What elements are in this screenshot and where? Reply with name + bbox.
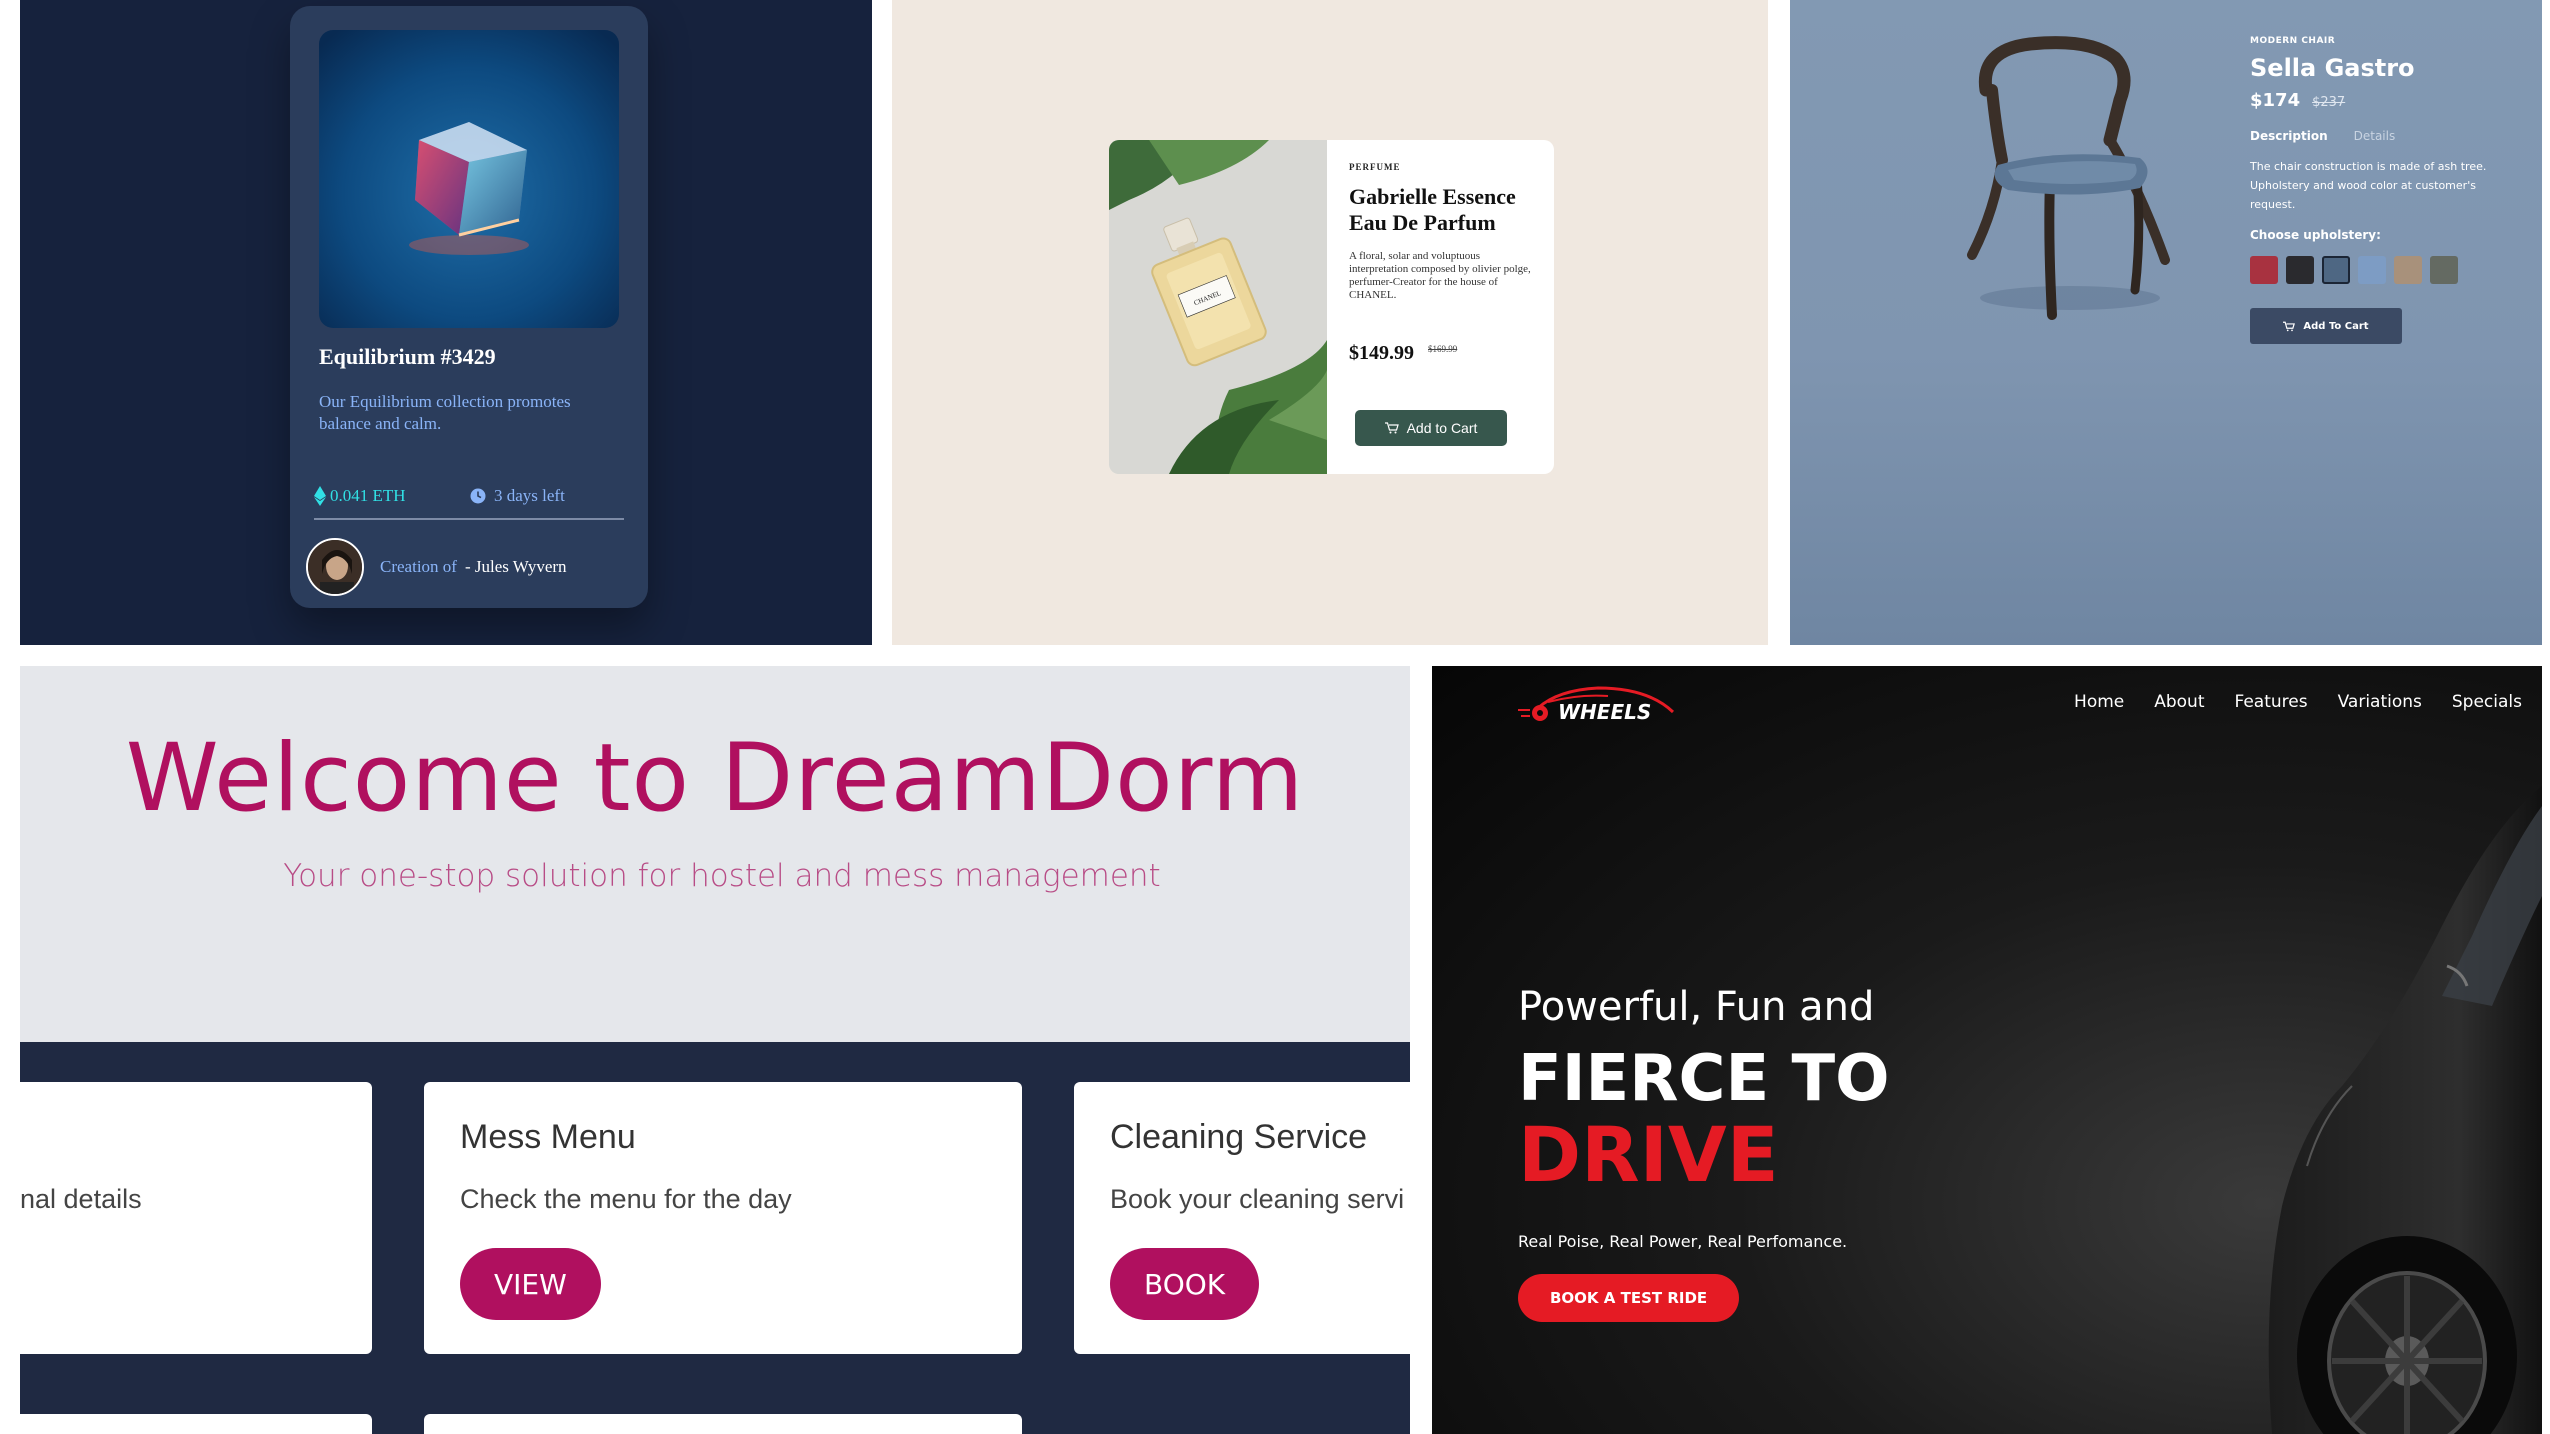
chair-old-price: $237 — [2312, 95, 2346, 110]
view-menu-button[interactable]: VIEW — [460, 1248, 601, 1320]
page-title: Welcome to DreamDorm — [125, 724, 1305, 833]
avatar[interactable] — [306, 538, 364, 596]
tab-details[interactable]: Details — [2354, 129, 2396, 143]
hero-tagline: Real Poise, Real Power, Real Perfomance. — [1518, 1232, 1848, 1251]
nft-time-left: 3 days left — [470, 486, 565, 506]
creator-name-link[interactable]: - Jules Wyvern — [465, 557, 567, 576]
chair-add-to-cart-label: Add To Cart — [2303, 320, 2369, 332]
nav-features[interactable]: Features — [2235, 692, 2308, 712]
chair-description: The chair construction is made of ash tr… — [2250, 160, 2487, 211]
services-section: nal details Mess Menu Check the menu for… — [20, 1042, 1410, 1434]
nft-price-value: 0.041 ETH — [330, 486, 406, 505]
perfume-product-image: CHANEL — [1109, 140, 1327, 474]
ethereum-icon — [314, 486, 326, 506]
chair-price: $174 — [2250, 90, 2301, 111]
hero-heading-line1: Powerful, Fun and — [1518, 984, 1875, 1030]
nav-specials[interactable]: Specials — [2452, 692, 2522, 712]
perfume-info: PERFUME Gabrielle Essence Eau De Parfum … — [1349, 162, 1539, 446]
perfume-card: CHANEL PERFUME Gabrielle Essence Eau De … — [1109, 140, 1554, 474]
chair-category: MODERN CHAIR — [2250, 36, 2336, 46]
nft-card[interactable]: Equilibrium #3429 Our Equilibrium collec… — [290, 6, 648, 608]
wheels-hero-panel: WHEELS Home About Features Variations Sp… — [1432, 666, 2542, 1434]
upholstery-swatch[interactable] — [2430, 256, 2458, 284]
add-to-cart-button[interactable]: Add to Cart — [1355, 410, 1507, 446]
nft-title: Equilibrium #3429 — [319, 344, 496, 369]
hero-heading-line2: FIERCE TO — [1518, 1042, 1890, 1116]
nft-artwork-image — [319, 30, 619, 328]
service-card-text: Book your cleaning servi — [1110, 1184, 1405, 1214]
upholstery-swatch[interactable] — [2286, 256, 2314, 284]
tab-description[interactable]: Description — [2250, 129, 2328, 143]
service-card-text: nal details — [20, 1184, 142, 1214]
perfume-name: Gabrielle Essence Eau De Parfum — [1349, 184, 1516, 235]
service-card-mess-menu: Mess Menu Check the menu for the day VIE… — [424, 1082, 1022, 1354]
perfume-price-row: $149.99 $169.99 — [1349, 342, 1457, 365]
service-card-title: Mess Menu — [460, 1118, 636, 1156]
upholstery-swatch[interactable] — [2250, 256, 2278, 284]
service-card-cleaning: Cleaning Service Book your cleaning serv… — [1074, 1082, 1410, 1354]
chair-add-to-cart-button[interactable]: Add To Cart — [2250, 308, 2402, 344]
chair-price-row: $174 $237 — [2250, 90, 2510, 111]
chair-info: MODERN CHAIR Sella Gastro $174 $237 Desc… — [2250, 36, 2510, 344]
nav-home[interactable]: Home — [2074, 692, 2124, 712]
add-to-cart-label: Add to Cart — [1406, 420, 1478, 436]
nft-stats-row: 0.041 ETH 3 days left — [314, 476, 624, 520]
nft-description: Our Equilibrium collection promotes bala… — [319, 392, 571, 433]
car-image — [2268, 786, 2542, 1434]
chair-tabs: Description Details — [2250, 129, 2510, 143]
perfume-product-panel: CHANEL PERFUME Gabrielle Essence Eau De … — [892, 0, 1768, 645]
nft-price: 0.041 ETH — [314, 486, 406, 506]
service-card-personal: nal details — [20, 1082, 372, 1354]
upholstery-swatch[interactable] — [2394, 256, 2422, 284]
dreamdorm-panel: Welcome to DreamDorm Your one-stop solut… — [20, 666, 1410, 1434]
nav-variations[interactable]: Variations — [2338, 692, 2422, 712]
nav-about[interactable]: About — [2154, 692, 2204, 712]
upholstery-swatches — [2250, 256, 2510, 284]
perfume-description: A floral, solar and voluptuous interpret… — [1349, 250, 1531, 301]
hero-heading-line3: DRIVE — [1518, 1110, 1779, 1199]
cart-icon — [1384, 422, 1399, 434]
wheels-logo-text: WHEELS — [1558, 700, 1652, 724]
page-subtitle: Your one-stop solution for hostel and me… — [283, 858, 1161, 894]
nft-creator: Creation of - Jules Wyvern — [306, 538, 567, 596]
upholstery-swatch-selected[interactable] — [2322, 256, 2350, 284]
service-card-title: Cleaning Service — [1110, 1118, 1368, 1156]
clock-icon — [470, 488, 486, 504]
service-card-text: Check the menu for the day — [460, 1184, 792, 1214]
creator-prefix: Creation of — [380, 557, 457, 576]
service-card-next-row — [20, 1414, 372, 1434]
main-nav: Home About Features Variations Specials — [2074, 692, 2522, 712]
perfume-category: PERFUME — [1349, 162, 1401, 172]
perfume-price: $149.99 — [1349, 342, 1414, 364]
nft-time-left-value: 3 days left — [494, 486, 565, 505]
chair-product-panel: MODERN CHAIR Sella Gastro $174 $237 Desc… — [1790, 0, 2542, 645]
service-card-next-row — [424, 1414, 1022, 1434]
book-test-ride-button[interactable]: BOOK A TEST RIDE — [1518, 1274, 1740, 1322]
cart-icon — [2283, 321, 2296, 331]
nft-card-panel: Equilibrium #3429 Our Equilibrium collec… — [20, 0, 872, 645]
upholstery-label: Choose upholstery: — [2250, 228, 2381, 242]
perfume-old-price: $169.99 — [1428, 344, 1458, 354]
chair-product-image — [1967, 36, 2170, 320]
wheels-logo[interactable]: WHEELS — [1518, 682, 1678, 732]
chair-name: Sella Gastro — [2250, 54, 2415, 82]
book-cleaning-button[interactable]: BOOK — [1110, 1248, 1260, 1320]
upholstery-swatch[interactable] — [2358, 256, 2386, 284]
